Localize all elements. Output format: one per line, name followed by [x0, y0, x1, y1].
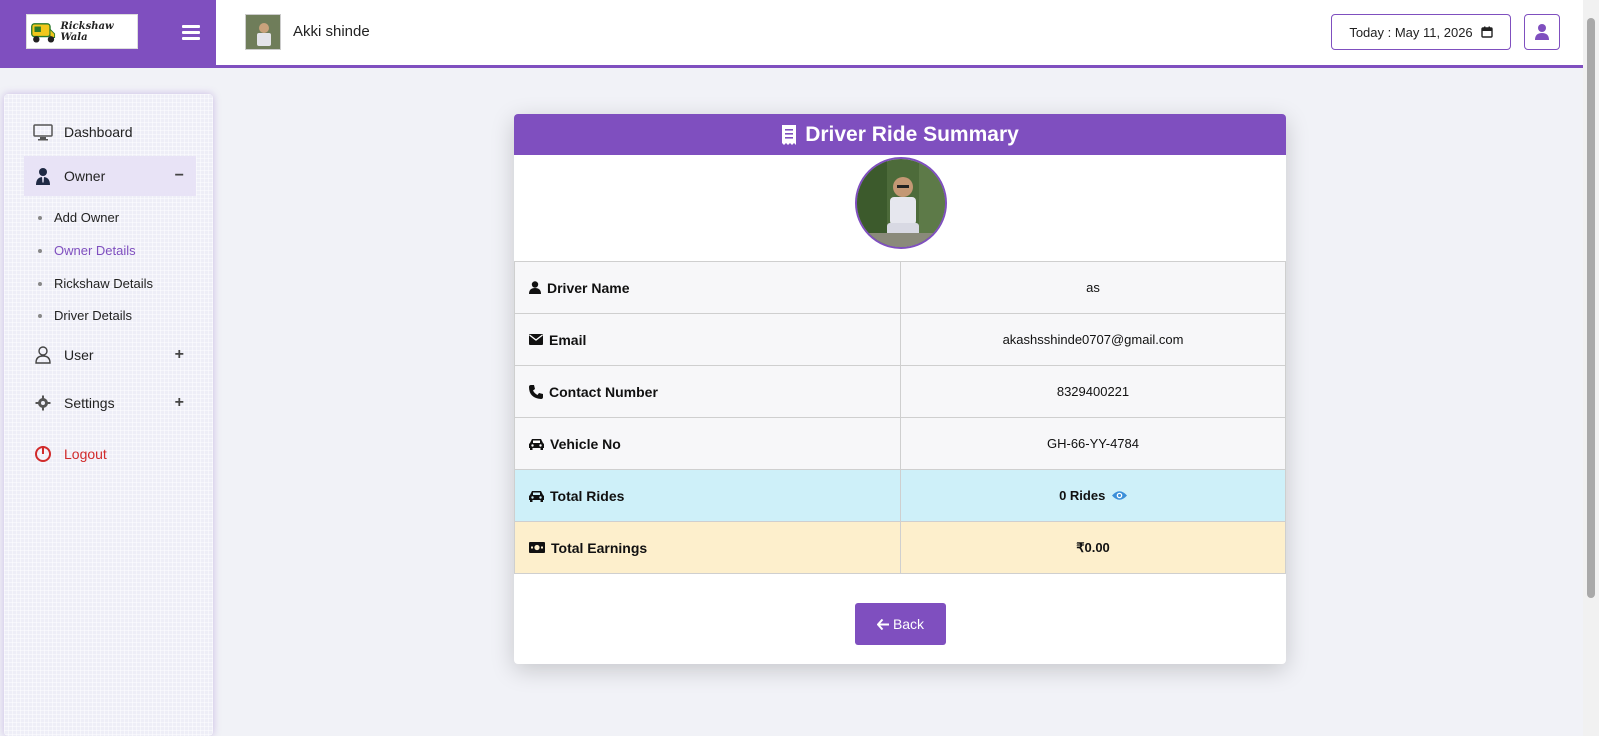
- sidebar-subitem-owner-details[interactable]: Owner Details: [38, 243, 136, 258]
- eye-icon[interactable]: [1111, 490, 1127, 501]
- table-row: Driver Name as: [514, 261, 1286, 314]
- row-value: 0 Rides: [1059, 488, 1106, 503]
- row-label: Driver Name: [547, 279, 630, 296]
- row-label: Total Rides: [550, 487, 625, 504]
- brand-area: Rickshaw Wala: [0, 0, 216, 65]
- today-label: Today : May 11, 2026: [1349, 24, 1473, 40]
- card-header: Driver Ride Summary: [514, 114, 1286, 155]
- sidebar-item-logout[interactable]: Logout: [24, 434, 196, 474]
- sidebar-item-label: Owner: [64, 168, 106, 184]
- row-label: Contact Number: [549, 383, 658, 400]
- row-value: as: [900, 261, 1286, 314]
- user-icon: [1535, 24, 1549, 40]
- summary-table: Driver Name as Email akashsshinde0707@gm…: [514, 261, 1286, 574]
- sidebar-item-label: Logout: [64, 446, 107, 462]
- user-tie-icon: [32, 166, 54, 186]
- menu-toggle-icon[interactable]: [182, 22, 200, 42]
- phone-icon: [529, 384, 543, 399]
- sidebar-item-settings[interactable]: Settings +: [24, 383, 196, 423]
- back-button[interactable]: Back: [855, 603, 946, 645]
- expand-icon[interactable]: +: [175, 394, 184, 412]
- sidebar-subitem-driver-details[interactable]: Driver Details: [38, 308, 132, 323]
- row-value: akashsshinde0707@gmail.com: [900, 313, 1286, 366]
- rickshaw-icon: [31, 22, 56, 43]
- user-outline-icon: [32, 345, 54, 365]
- row-label: Vehicle No: [550, 435, 621, 452]
- row-label: Total Earnings: [551, 539, 648, 556]
- money-bill-icon: [529, 542, 545, 553]
- sidebar-subitem-add-owner[interactable]: Add Owner: [38, 210, 119, 225]
- arrow-left-icon: [876, 618, 889, 630]
- gear-icon: [32, 393, 54, 413]
- card-title: Driver Ride Summary: [805, 122, 1019, 146]
- collapse-icon[interactable]: −: [175, 167, 184, 185]
- row-value: GH-66-YY-4784: [900, 417, 1286, 470]
- calendar-icon: [1480, 26, 1493, 38]
- expand-icon[interactable]: +: [175, 346, 184, 364]
- back-label: Back: [892, 616, 925, 632]
- envelope-icon: [529, 334, 543, 345]
- power-icon: [32, 444, 54, 464]
- sidebar-item-label: Dashboard: [64, 124, 133, 140]
- profile-button[interactable]: [1524, 14, 1560, 50]
- receipt-icon: [782, 124, 797, 145]
- sidebar-item-user[interactable]: User +: [24, 335, 196, 375]
- driver-avatar: [855, 157, 947, 249]
- car-icon: [529, 438, 544, 450]
- top-navbar: Rickshaw Wala Akki shinde Today : May 11…: [0, 0, 1583, 68]
- table-row: Vehicle No GH-66-YY-4784: [514, 417, 1286, 470]
- sidebar-item-dashboard[interactable]: Dashboard: [24, 112, 196, 152]
- sidebar-item-owner[interactable]: Owner −: [24, 156, 196, 196]
- table-row: Total Rides 0 Rides: [514, 469, 1286, 522]
- brand-name: Rickshaw Wala: [60, 20, 114, 43]
- scroll-thumb[interactable]: [1587, 18, 1595, 598]
- user-avatar[interactable]: [245, 14, 281, 50]
- monitor-icon: [32, 122, 54, 142]
- sidebar: Dashboard Owner − Add Owner Owner Detail…: [4, 94, 213, 736]
- table-row: Email akashsshinde0707@gmail.com: [514, 313, 1286, 366]
- car-icon: [529, 490, 544, 502]
- sidebar-item-label: Settings: [64, 395, 115, 411]
- page-scrollbar[interactable]: [1583, 0, 1599, 736]
- user-icon: [529, 281, 541, 294]
- sidebar-subitem-rickshaw-details[interactable]: Rickshaw Details: [38, 276, 153, 291]
- user-name: Akki shinde: [293, 23, 370, 40]
- table-row: Contact Number 8329400221: [514, 365, 1286, 418]
- row-label: Email: [549, 331, 587, 348]
- driver-summary-card: Driver Ride Summary Driver Name as Email…: [514, 114, 1286, 664]
- brand-logo[interactable]: Rickshaw Wala: [26, 14, 138, 49]
- table-row: Total Earnings ₹0.00: [514, 521, 1286, 574]
- sidebar-item-label: User: [64, 347, 94, 363]
- row-value: ₹0.00: [900, 521, 1286, 574]
- row-value: 8329400221: [900, 365, 1286, 418]
- today-date-button[interactable]: Today : May 11, 2026: [1331, 14, 1511, 50]
